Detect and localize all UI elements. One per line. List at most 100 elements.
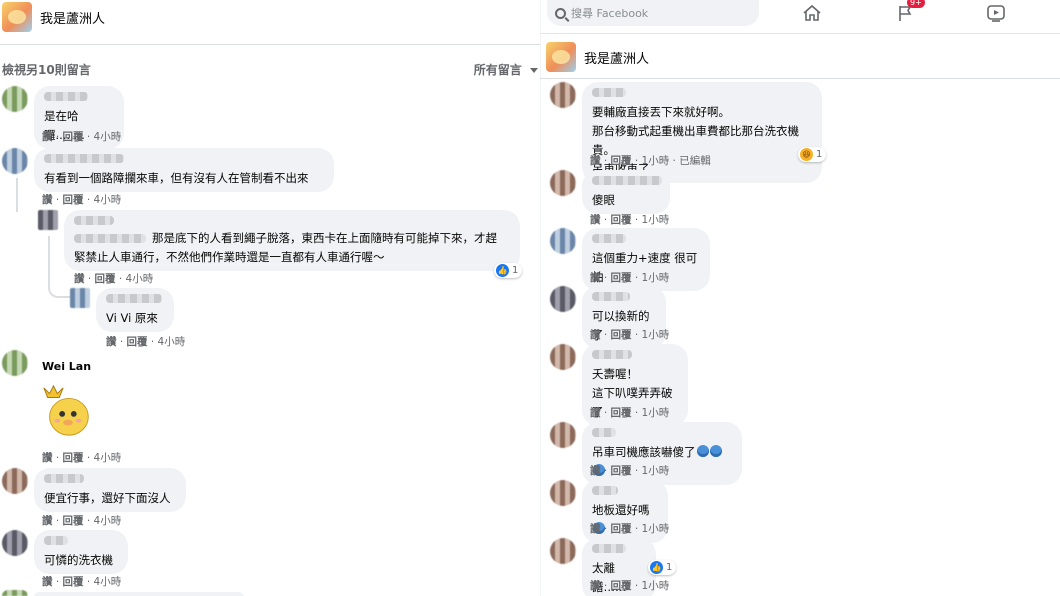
reply-link[interactable]: 回覆 [611, 407, 632, 419]
reply-link[interactable]: 回覆 [63, 452, 84, 464]
like-link[interactable]: 讚 [42, 576, 53, 588]
reply-link[interactable]: 回覆 [63, 515, 84, 527]
like-link[interactable]: 讚 [106, 336, 117, 348]
commenter-name[interactable] [44, 92, 88, 101]
commenter-name[interactable] [74, 216, 114, 225]
comment-time[interactable]: 1小時 [642, 155, 670, 167]
commenter-name[interactable] [592, 486, 618, 495]
like-link[interactable]: 讚 [590, 407, 601, 419]
comment-time[interactable]: 1小時 [642, 407, 670, 419]
page-title[interactable]: 我是蘆洲人 [40, 8, 105, 27]
commenter-avatar[interactable] [550, 228, 576, 254]
reaction-count: 1 [666, 562, 673, 573]
like-link[interactable]: 讚 [42, 452, 53, 464]
reply-link[interactable]: 回覆 [63, 131, 84, 143]
comment-time[interactable]: 4小時 [126, 273, 154, 285]
like-link[interactable]: 讚 [590, 272, 601, 284]
like-link[interactable]: 讚 [590, 329, 601, 341]
home-icon[interactable] [792, 0, 832, 26]
commenter-avatar[interactable] [2, 86, 28, 112]
video-icon[interactable] [976, 0, 1016, 26]
reply-link[interactable]: 回覆 [611, 329, 632, 341]
comment-time[interactable]: 4小時 [158, 336, 186, 348]
like-link[interactable]: 讚 [590, 465, 601, 477]
comment-time[interactable]: 1小時 [642, 214, 670, 226]
comment-text: 有看到一個路障攔來車，但有沒有人在管制看不出來 [44, 171, 309, 185]
page-avatar[interactable] [2, 2, 32, 32]
edited-label[interactable]: 已編輯 [679, 155, 711, 167]
like-link[interactable]: 讚 [590, 580, 601, 592]
comment-actions: 讚 · 回覆 · 1小時 [590, 329, 670, 341]
commenter-name[interactable] [44, 536, 68, 545]
reply-link[interactable]: 回覆 [63, 194, 84, 206]
reply-link[interactable]: 回覆 [63, 576, 84, 588]
commenter-avatar[interactable] [2, 590, 28, 596]
commenter-name[interactable] [592, 234, 626, 243]
commenter-avatar[interactable] [38, 210, 58, 230]
commenter-avatar[interactable] [550, 422, 576, 448]
commenter-avatar[interactable] [550, 480, 576, 506]
commenter-name[interactable] [592, 176, 662, 185]
commenter-avatar[interactable] [2, 530, 28, 556]
comment-time[interactable]: 4小時 [94, 452, 122, 464]
comment-time[interactable]: 1小時 [642, 523, 670, 535]
comment-time[interactable]: 1小時 [642, 329, 670, 341]
reply-link[interactable]: 回覆 [95, 273, 116, 285]
reaction-summary[interactable]: 😆 1 [798, 147, 827, 162]
commenter-name[interactable] [44, 474, 84, 483]
comment-time[interactable]: 4小時 [94, 515, 122, 527]
commenter-avatar[interactable] [550, 538, 576, 564]
mentioned-user[interactable] [74, 234, 146, 243]
commenter-avatar[interactable] [2, 468, 28, 494]
commenter-avatar[interactable] [2, 350, 28, 376]
commenter-name[interactable] [592, 428, 616, 437]
sort-comments-button[interactable]: 所有留言 [474, 61, 538, 78]
reply-link[interactable]: 回覆 [611, 523, 632, 535]
commenter-name[interactable] [592, 350, 632, 359]
commenter-avatar[interactable] [550, 286, 576, 312]
sticker-image[interactable] [38, 382, 96, 440]
commenter-avatar[interactable] [550, 344, 576, 370]
reply-link[interactable]: 回覆 [611, 465, 632, 477]
comment-actions: 讚 · 回覆 · 4小時 [106, 336, 186, 348]
commenter-name[interactable] [592, 292, 630, 301]
like-link[interactable]: 讚 [590, 155, 601, 167]
commenter-name[interactable]: Wei Lan [42, 360, 91, 373]
like-link[interactable]: 讚 [42, 515, 53, 527]
search-bar[interactable]: 搜尋 Facebook [547, 0, 759, 26]
comment-time[interactable]: 1小時 [642, 465, 670, 477]
reply-link[interactable]: 回覆 [611, 272, 632, 284]
flag-icon[interactable]: 9+ [885, 0, 925, 26]
commenter-avatar[interactable] [2, 148, 28, 174]
like-link[interactable]: 讚 [74, 273, 85, 285]
like-link[interactable]: 讚 [42, 131, 53, 143]
comment-time[interactable]: 4小時 [94, 194, 122, 206]
commenter-avatar[interactable] [550, 170, 576, 196]
commenter-name[interactable] [106, 294, 162, 303]
commenter-avatar[interactable] [550, 82, 576, 108]
comment-time[interactable]: 1小時 [642, 580, 670, 592]
reaction-summary[interactable]: 👍 1 [648, 560, 677, 575]
page-title[interactable]: 我是蘆洲人 [584, 48, 649, 67]
commenter-avatar[interactable] [70, 288, 90, 308]
commenter-name[interactable] [592, 88, 626, 97]
view-more-comments-link[interactable]: 檢視另10則留言 [2, 61, 91, 78]
scream-emoji-icon [709, 445, 722, 457]
reaction-summary[interactable]: 👍 1 [494, 263, 523, 278]
search-input[interactable]: 搜尋 Facebook [571, 5, 648, 21]
commenter-name[interactable] [592, 544, 626, 553]
reply-link[interactable]: 回覆 [127, 336, 148, 348]
comment-time[interactable]: 4小時 [94, 131, 122, 143]
comment: 可憐的洗衣機 讚 · 回覆 · 4小時 [2, 530, 522, 588]
reply-link[interactable]: 回覆 [611, 214, 632, 226]
page-avatar[interactable] [546, 42, 576, 72]
like-link[interactable]: 讚 [590, 523, 601, 535]
comment-time[interactable]: 1小時 [642, 272, 670, 284]
reply-link[interactable]: 回覆 [611, 580, 632, 592]
like-link[interactable]: 讚 [590, 214, 601, 226]
comment-time[interactable]: 4小時 [94, 576, 122, 588]
comment-actions: 讚 · 回覆 · 1小時 [590, 214, 670, 226]
commenter-name[interactable] [44, 154, 124, 163]
like-link[interactable]: 讚 [42, 194, 53, 206]
reply-link[interactable]: 回覆 [611, 155, 632, 167]
